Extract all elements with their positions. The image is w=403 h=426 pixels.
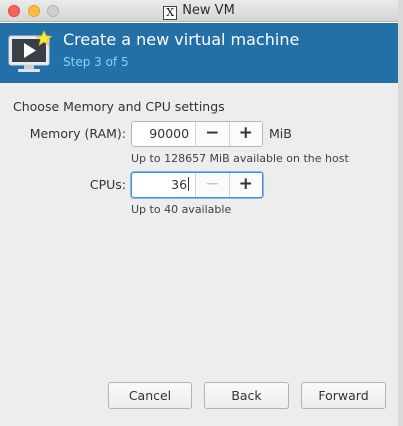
back-button[interactable]: Back (204, 382, 289, 409)
wizard-header: Create a new virtual machine Step 3 of 5 (0, 23, 398, 83)
vm-screen-icon (8, 31, 53, 72)
cpus-spinbutton[interactable]: 36 − + (131, 172, 263, 198)
cpus-hint: Up to 40 available (131, 203, 232, 216)
memory-decrement-button[interactable]: − (195, 122, 229, 146)
window-titlebar: X New VM (0, 0, 398, 22)
window-title-area: X New VM (0, 3, 398, 20)
memory-hint: Up to 128657 MiB available on the host (131, 152, 349, 165)
memory-increment-button[interactable]: + (228, 122, 262, 146)
window-edge (398, 0, 403, 426)
cpus-input[interactable]: 36 (132, 173, 195, 197)
cpus-decrement-button[interactable]: − (195, 173, 229, 197)
cpus-input-value: 36 (171, 177, 188, 192)
cancel-button[interactable]: Cancel (108, 382, 192, 409)
memory-unit: MiB (269, 126, 292, 141)
cpus-increment-button[interactable]: + (228, 173, 262, 197)
memory-input[interactable]: 90000 (132, 122, 195, 146)
window-title: New VM (182, 3, 235, 18)
wizard-title: Create a new virtual machine (63, 30, 300, 49)
memory-spinbutton[interactable]: 90000 − + (131, 121, 263, 147)
section-heading: Choose Memory and CPU settings (13, 99, 225, 114)
text-cursor (188, 177, 190, 191)
wizard-step-indicator: Step 3 of 5 (63, 55, 129, 69)
cpus-label: CPUs: (89, 177, 126, 192)
x11-icon: X (163, 6, 178, 20)
memory-label: Memory (RAM): (29, 126, 126, 141)
forward-button[interactable]: Forward (301, 382, 386, 409)
